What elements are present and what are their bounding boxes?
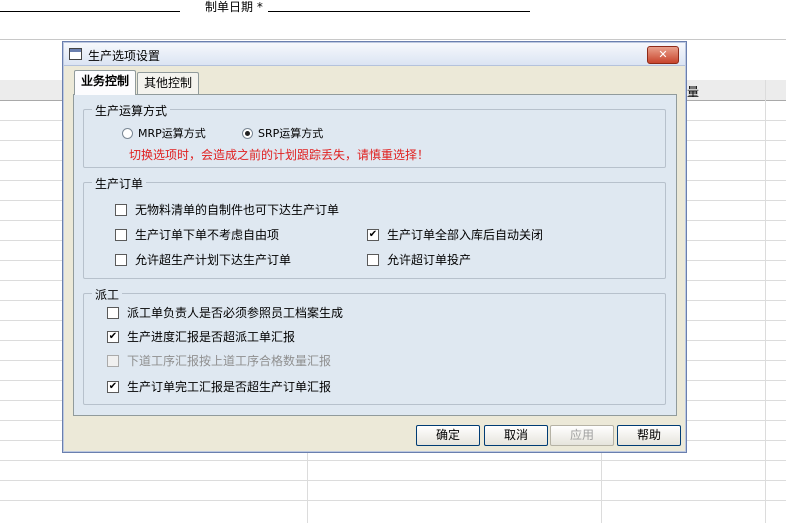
checkbox-auto-close[interactable]: ✔ 生产订单全部入库后自动关闭 bbox=[367, 226, 543, 243]
checkbox-indicator bbox=[107, 306, 119, 319]
checkbox-exceed-order-label: 允许超订单投产 bbox=[387, 253, 472, 267]
production-order-group: 生产订单 无物料清单的自制件也可下达生产订单 生产订单下单不考虑自由项 ✔ 生产… bbox=[83, 175, 666, 279]
dialog-titlebar[interactable]: 生产选项设置 ✕ bbox=[64, 43, 685, 66]
table-row bbox=[0, 500, 786, 501]
checkbox-indicator bbox=[107, 354, 119, 367]
checkbox-indicator bbox=[367, 253, 379, 266]
form-separator bbox=[0, 39, 786, 40]
form-date-label: 制单日期 * bbox=[205, 0, 263, 14]
checkbox-bomless-order[interactable]: 无物料清单的自制件也可下达生产订单 bbox=[115, 201, 339, 218]
tab-panel: 生产运算方式 MRP运算方式 SRP运算方式 切换选项时，会造成之前的计划跟踪丢… bbox=[73, 94, 677, 416]
table-row bbox=[0, 480, 786, 481]
checkbox-checked-indicator: ✔ bbox=[107, 330, 119, 343]
checkbox-exceed-plan-label: 允许超生产计划下达生产订单 bbox=[135, 253, 292, 267]
form-date-field[interactable] bbox=[268, 11, 530, 12]
checkbox-checked-indicator: ✔ bbox=[367, 228, 379, 241]
form-field-underline bbox=[0, 11, 180, 12]
production-order-group-title: 生产订单 bbox=[92, 175, 147, 192]
dialog-title: 生产选项设置 bbox=[88, 49, 161, 63]
ok-button[interactable]: 确定 bbox=[416, 425, 480, 446]
checkbox-ignore-free-items[interactable]: 生产订单下单不考虑自由项 bbox=[115, 226, 279, 243]
checkbox-completion-report-label: 生产订单完工汇报是否超生产订单汇报 bbox=[127, 380, 332, 394]
switch-warning-text: 切换选项时，会造成之前的计划跟踪丢失，请慎重选择！ bbox=[129, 148, 430, 162]
checkbox-ignore-free-items-label: 生产订单下单不考虑自由项 bbox=[135, 228, 280, 242]
close-button[interactable]: ✕ bbox=[647, 46, 679, 64]
checkbox-progress-report[interactable]: ✔ 生产进度汇报是否超派工单汇报 bbox=[107, 328, 295, 345]
dispatch-group: 派工 派工单负责人是否必须参照员工档案生成 ✔ 生产进度汇报是否超派工单汇报 下… bbox=[83, 286, 666, 405]
grid-column-divider bbox=[765, 80, 766, 523]
window-icon bbox=[69, 48, 82, 60]
checkbox-completion-report[interactable]: ✔ 生产订单完工汇报是否超生产订单汇报 bbox=[107, 378, 331, 395]
radio-mrp-label: MRP运算方式 bbox=[138, 127, 206, 140]
grid-header-quantity: 量 bbox=[687, 85, 700, 99]
checkbox-bomless-order-label: 无物料清单的自制件也可下达生产订单 bbox=[135, 203, 340, 217]
checkbox-dispatch-owner[interactable]: 派工单负责人是否必须参照员工档案生成 bbox=[107, 304, 343, 321]
table-row bbox=[0, 460, 786, 461]
checkbox-dispatch-owner-label: 派工单负责人是否必须参照员工档案生成 bbox=[127, 306, 344, 320]
tab-business-control[interactable]: 业务控制 bbox=[74, 70, 137, 95]
radio-mrp[interactable]: MRP运算方式 bbox=[122, 125, 206, 141]
checkbox-next-process-report-label: 下道工序汇报按上道工序合格数量汇报 bbox=[127, 354, 332, 368]
checkbox-indicator bbox=[115, 228, 127, 241]
calc-method-group-title: 生产运算方式 bbox=[92, 102, 171, 119]
help-button[interactable]: 帮助 bbox=[617, 425, 681, 446]
checkbox-auto-close-label: 生产订单全部入库后自动关闭 bbox=[387, 228, 544, 242]
checkbox-indicator bbox=[115, 203, 127, 216]
checkbox-progress-report-label: 生产进度汇报是否超派工单汇报 bbox=[127, 330, 296, 344]
checkbox-next-process-report: 下道工序汇报按上道工序合格数量汇报 bbox=[107, 352, 331, 369]
radio-indicator-selected bbox=[242, 127, 253, 139]
radio-srp[interactable]: SRP运算方式 bbox=[242, 125, 323, 141]
dispatch-group-title: 派工 bbox=[92, 286, 123, 303]
radio-indicator bbox=[122, 127, 133, 139]
checkbox-exceed-order[interactable]: 允许超订单投产 bbox=[367, 251, 471, 268]
radio-srp-label: SRP运算方式 bbox=[258, 127, 324, 140]
cancel-button[interactable]: 取消 bbox=[484, 425, 548, 446]
apply-button: 应用 bbox=[550, 425, 614, 446]
checkbox-checked-indicator: ✔ bbox=[107, 380, 119, 393]
checkbox-exceed-plan[interactable]: 允许超生产计划下达生产订单 bbox=[115, 251, 291, 268]
tab-other-control[interactable]: 其他控制 bbox=[137, 72, 200, 94]
production-options-dialog: 生产选项设置 ✕ 业务控制 其他控制 生产运算方式 MRP运算方式 SRP运算方… bbox=[62, 41, 687, 453]
checkbox-indicator bbox=[115, 253, 127, 266]
calc-method-group: 生产运算方式 MRP运算方式 SRP运算方式 切换选项时，会造成之前的计划跟踪丢… bbox=[83, 102, 666, 168]
